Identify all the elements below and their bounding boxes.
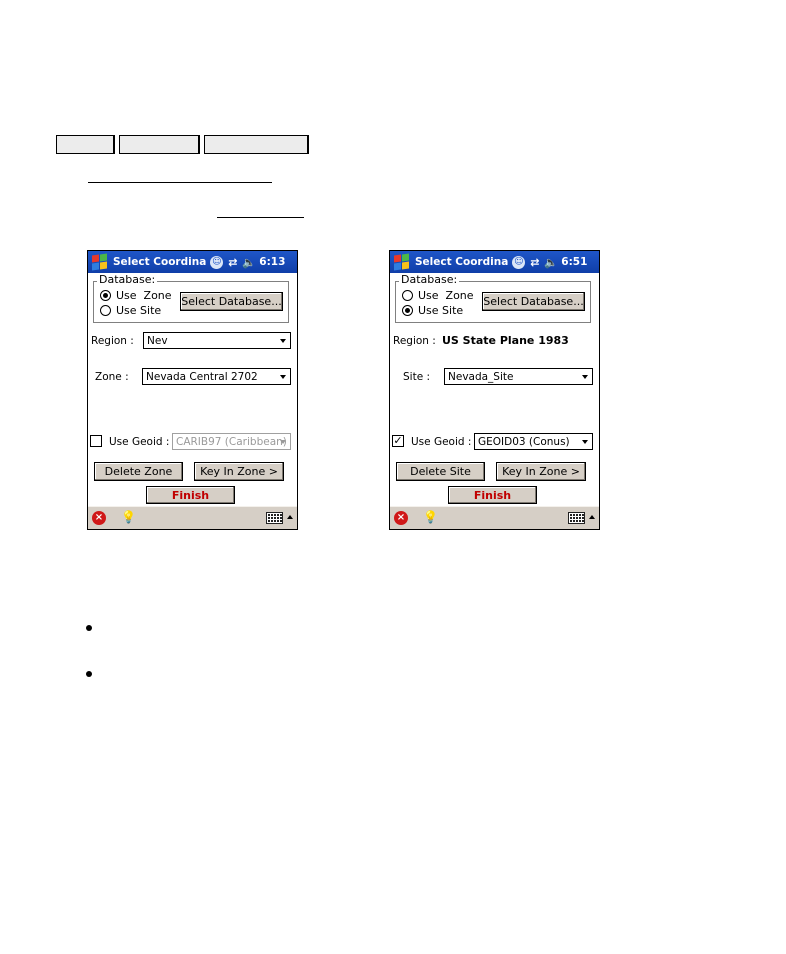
windows-start-icon[interactable]: [90, 252, 110, 272]
key-in-zone-button[interactable]: Key In Zone >: [194, 462, 284, 481]
chevron-down-icon: [280, 440, 286, 444]
command-bar: × 💡: [88, 506, 297, 529]
tab-1[interactable]: [56, 135, 115, 154]
speaker-icon[interactable]: 🔈: [544, 256, 558, 269]
finish-button[interactable]: Finish: [146, 486, 235, 504]
radio-label: Use Site: [116, 304, 162, 317]
use-geoid-checkbox[interactable]: ✓: [392, 435, 404, 447]
radio-use-site[interactable]: Use Site: [100, 304, 161, 317]
use-geoid-label: Use Geoid :: [109, 436, 170, 448]
radio-label: Use Site: [418, 304, 464, 317]
geoid-dropdown[interactable]: CARIB97 (Caribbean): [172, 433, 291, 450]
geoid-dropdown[interactable]: GEOID03 (Conus): [474, 433, 593, 450]
select-database-button[interactable]: Select Database...: [180, 292, 283, 311]
radio-button[interactable]: [100, 305, 111, 316]
radio-button[interactable]: [100, 290, 111, 301]
status-icon: ☺: [210, 255, 224, 269]
radio-button[interactable]: [402, 305, 413, 316]
status-icon: ☺: [512, 255, 526, 269]
radio-use-zone[interactable]: Use Zone: [402, 289, 474, 302]
hint-bulb-icon[interactable]: 💡: [121, 510, 136, 524]
bullet-point: [86, 625, 92, 631]
device-screen-zone: Select Coordina ☺ ⇄ 🔈 6:13 Database: Use…: [87, 250, 298, 530]
chevron-down-icon: [582, 440, 588, 444]
clock-time[interactable]: 6:13: [259, 256, 285, 268]
radio-button[interactable]: [402, 290, 413, 301]
site-value: Nevada_Site: [448, 370, 514, 383]
windows-start-icon[interactable]: [392, 252, 412, 272]
close-icon[interactable]: ×: [92, 511, 106, 525]
use-geoid-label: Use Geoid :: [411, 436, 472, 448]
chevron-up-icon[interactable]: [287, 515, 293, 519]
region-value: US State Plane 1983: [442, 334, 569, 347]
underline-link-1[interactable]: [88, 182, 272, 183]
site-label: Site :: [403, 371, 431, 383]
sync-arrows-icon[interactable]: ⇄: [528, 256, 541, 269]
radio-label: Use Zone: [418, 289, 474, 302]
close-icon[interactable]: ×: [394, 511, 408, 525]
delete-site-button[interactable]: Delete Site: [396, 462, 485, 481]
chevron-down-icon: [280, 339, 286, 343]
hint-bulb-icon[interactable]: 💡: [423, 510, 438, 524]
underline-link-2[interactable]: [217, 217, 304, 218]
use-geoid-checkbox[interactable]: [90, 435, 102, 447]
keyboard-icon[interactable]: [266, 512, 283, 524]
chevron-up-icon[interactable]: [589, 515, 595, 519]
database-label: Database:: [399, 273, 460, 286]
region-label: Region :: [91, 335, 134, 347]
tab-3[interactable]: [204, 135, 309, 154]
top-tab-strip: [56, 135, 309, 154]
chevron-down-icon: [280, 375, 286, 379]
bullet-point: [86, 671, 92, 677]
radio-use-site[interactable]: Use Site: [402, 304, 463, 317]
delete-zone-button[interactable]: Delete Zone: [94, 462, 183, 481]
region-label: Region :: [393, 335, 436, 347]
title-bar: Select Coordina ☺ ⇄ 🔈 6:51: [390, 251, 599, 273]
region-dropdown[interactable]: Nev: [143, 332, 291, 349]
zone-value: Nevada Central 2702: [146, 370, 258, 383]
region-value: Nev: [147, 334, 168, 347]
command-bar: × 💡: [390, 506, 599, 529]
radio-use-zone[interactable]: Use Zone: [100, 289, 172, 302]
radio-label: Use Zone: [116, 289, 172, 302]
chevron-down-icon: [582, 375, 588, 379]
speaker-icon[interactable]: 🔈: [242, 256, 256, 269]
select-database-button[interactable]: Select Database...: [482, 292, 585, 311]
sync-arrows-icon[interactable]: ⇄: [226, 256, 239, 269]
zone-label: Zone :: [95, 371, 129, 383]
tab-2[interactable]: [119, 135, 200, 154]
clock-time[interactable]: 6:51: [561, 256, 587, 268]
device-screen-site: Select Coordina ☺ ⇄ 🔈 6:51 Database: Use…: [389, 250, 600, 530]
geoid-value: CARIB97 (Caribbean): [176, 435, 287, 448]
site-dropdown[interactable]: Nevada_Site: [444, 368, 593, 385]
window-title: Select Coordina: [415, 256, 509, 268]
window-title: Select Coordina: [113, 256, 207, 268]
keyboard-icon[interactable]: [568, 512, 585, 524]
key-in-zone-button[interactable]: Key In Zone >: [496, 462, 586, 481]
finish-button[interactable]: Finish: [448, 486, 537, 504]
geoid-value: GEOID03 (Conus): [478, 435, 570, 448]
database-label: Database:: [97, 273, 158, 286]
title-bar: Select Coordina ☺ ⇄ 🔈 6:13: [88, 251, 297, 273]
zone-dropdown[interactable]: Nevada Central 2702: [142, 368, 291, 385]
